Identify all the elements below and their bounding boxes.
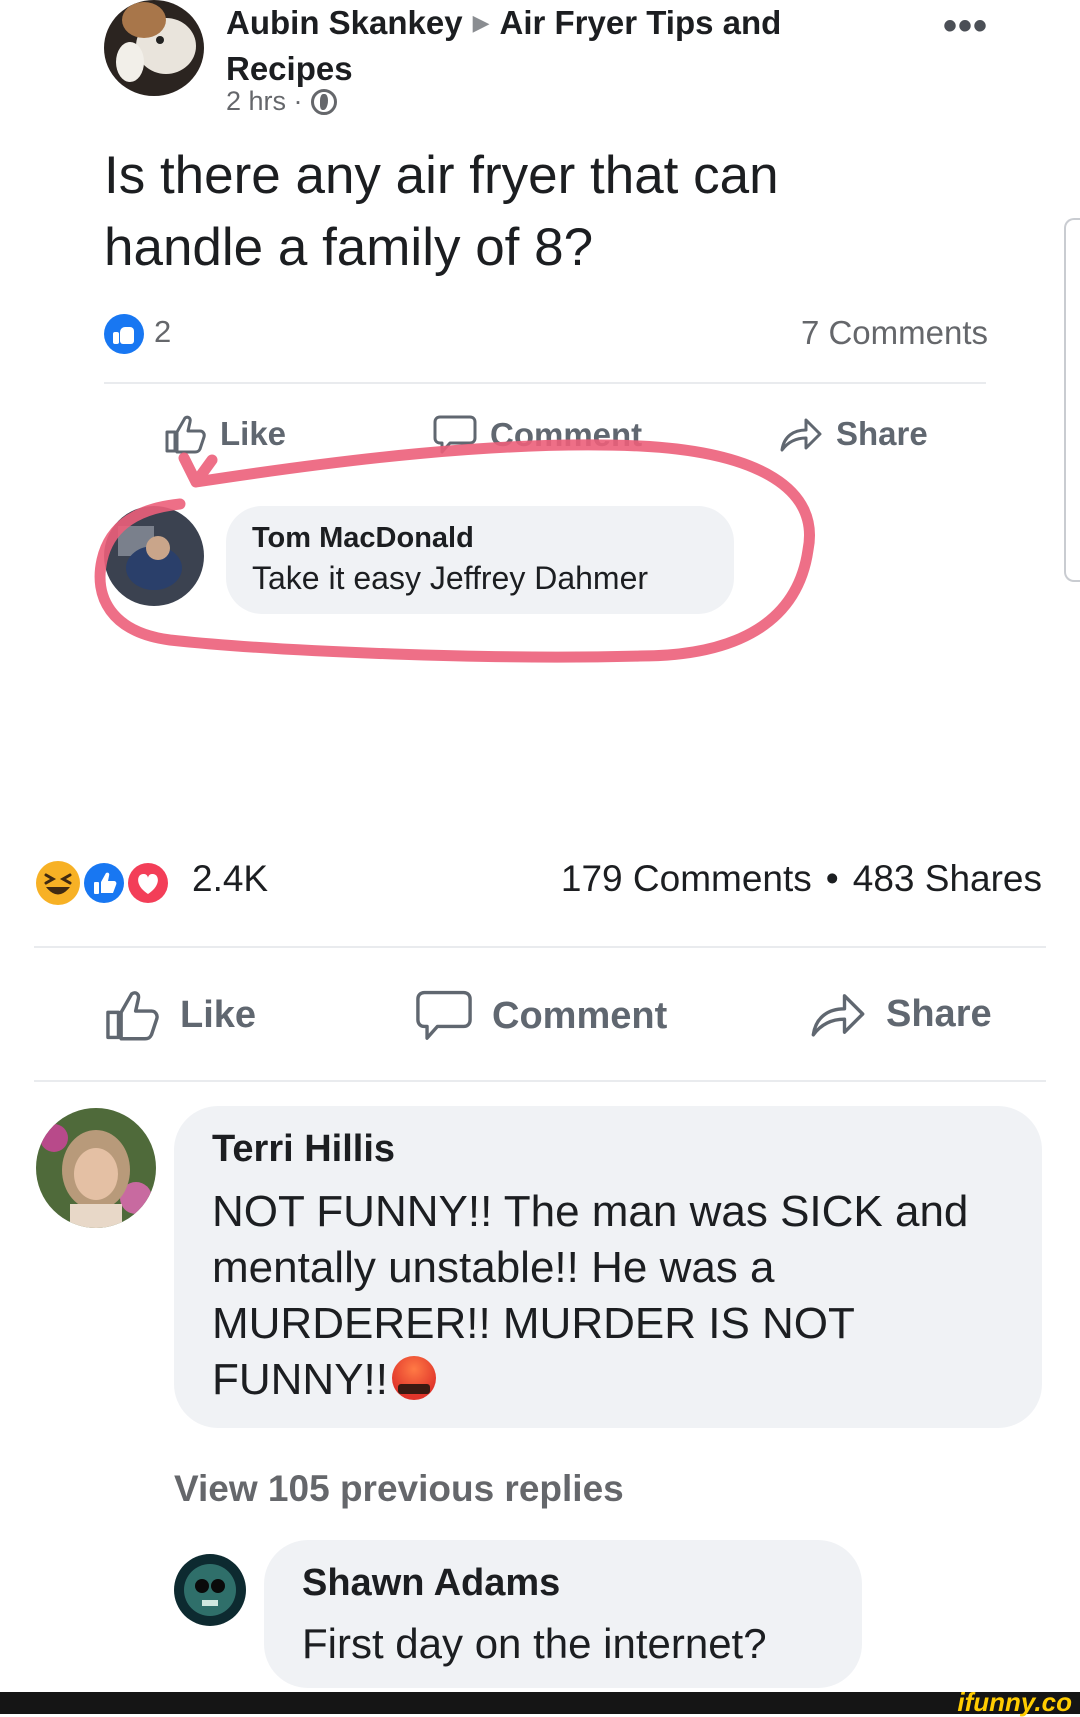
stats-separator: •: [825, 858, 839, 899]
post-text: Is there any air fryer that can handle a…: [104, 146, 779, 277]
comments-count[interactable]: 179 Comments: [561, 858, 812, 900]
thumbs-up-icon: [106, 991, 159, 1041]
divider: [34, 1080, 1046, 1082]
shares-count[interactable]: 483 Shares: [853, 858, 1042, 900]
like-reaction-icon: [82, 861, 126, 905]
globe-icon: [310, 88, 337, 115]
comment-text-body: NOT FUNNY!! The man was SICK and mentall…: [212, 1187, 969, 1404]
author-avatar[interactable]: [104, 0, 204, 96]
comment-button[interactable]: Comment: [414, 988, 667, 1044]
like-label: Like: [180, 993, 257, 1036]
author-avatar-image: [104, 0, 204, 96]
watermark-bar: [0, 1692, 1080, 1714]
ellipsis-icon[interactable]: •••: [943, 4, 988, 49]
post-timestamp: 2 hrs ·: [226, 86, 337, 117]
timestamp-text[interactable]: 2 hrs ·: [226, 86, 303, 117]
scrollbar-edge: [1064, 218, 1080, 582]
comment-text: NOT FUNNY!! The man was SICK and mentall…: [212, 1184, 1012, 1408]
reply-text: First day on the internet?: [302, 1620, 767, 1667]
highlight-circle-annotation: [94, 439, 815, 663]
divider: [104, 382, 986, 384]
love-reaction-icon: [126, 861, 170, 905]
commenter-avatar-image: [36, 1108, 156, 1228]
comment-author[interactable]: Terri Hillis: [212, 1128, 395, 1171]
like-reaction-icon[interactable]: [104, 314, 144, 354]
like-button[interactable]: Like: [104, 988, 256, 1042]
reply-author[interactable]: Shawn Adams: [302, 1562, 560, 1605]
author-name[interactable]: Aubin Skankey: [226, 4, 463, 41]
share-label: Share: [836, 415, 928, 452]
divider: [34, 946, 1046, 948]
reaction-icons[interactable]: [34, 858, 184, 908]
haha-reaction-icon: [36, 861, 80, 905]
comment-label: Comment: [492, 994, 668, 1037]
angry-emoji-icon: [392, 1356, 436, 1400]
post-stats: 179 Comments • 483 Shares: [561, 858, 1042, 900]
comments-count[interactable]: 7 Comments: [801, 314, 988, 352]
arrow-right-icon: ▶: [472, 10, 490, 35]
view-previous-replies-link[interactable]: View 105 previous replies: [174, 1468, 624, 1510]
share-label: Share: [886, 992, 992, 1035]
replier-avatar[interactable]: [174, 1554, 246, 1626]
reaction-count[interactable]: 2: [154, 314, 171, 350]
watermark: ifunny.co: [957, 1687, 1072, 1717]
replier-avatar-image: [174, 1554, 246, 1626]
reaction-count[interactable]: 2.4K: [192, 858, 268, 900]
share-button[interactable]: Share: [808, 988, 992, 1040]
post-header-title: Aubin Skankey ▶ Air Fryer Tips and Recipes: [226, 0, 866, 92]
comment-icon: [416, 990, 472, 1040]
share-icon: [811, 994, 865, 1037]
commenter-avatar[interactable]: [36, 1108, 156, 1228]
